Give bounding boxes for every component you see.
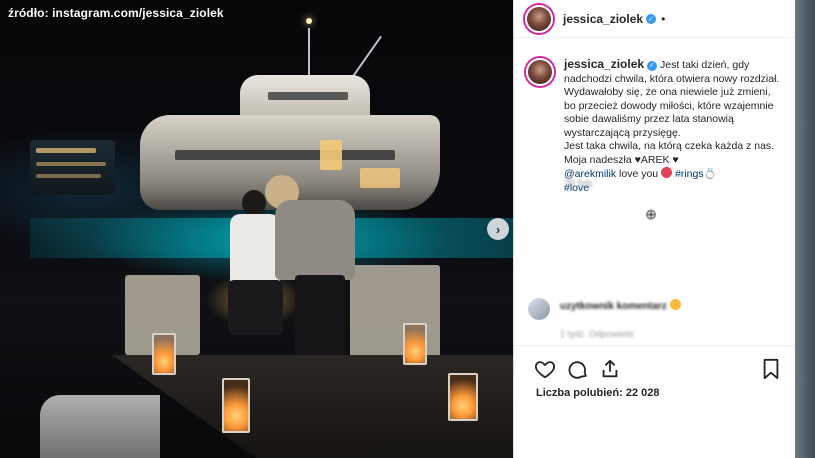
comment-body: uzytkownik komentarz 1 tydz. Odpowiedz bbox=[560, 296, 681, 339]
heart-emoji-icon: ♥ bbox=[672, 153, 679, 166]
background-edge bbox=[795, 0, 815, 458]
caption-text: jessica_ziolek ✓ Jest taki dzień, gdy nad… bbox=[564, 57, 784, 196]
hashtag-love-link[interactable]: #love bbox=[564, 182, 784, 196]
comment-meta[interactable]: 1 tydz. Odpowiedz bbox=[560, 329, 681, 339]
candle-lantern bbox=[152, 333, 176, 375]
share-icon[interactable] bbox=[599, 358, 621, 380]
distant-yacht bbox=[30, 140, 115, 195]
caption-block: jessica_ziolek ✓ Jest taki dzień, gdy nad… bbox=[526, 57, 784, 196]
caption-paragraph-3: @arekmilik love you #rings💍 bbox=[564, 167, 784, 182]
mast-light bbox=[306, 18, 312, 24]
heart-icon[interactable] bbox=[534, 358, 556, 380]
chevron-right-icon: › bbox=[495, 221, 501, 237]
emoji-icon bbox=[669, 299, 681, 310]
woman-standing bbox=[265, 175, 360, 355]
post-header: jessica_ziolek ✓ • bbox=[514, 0, 796, 38]
comments-area: jessica_ziolek ✓ Jest taki dzień, gdy nad… bbox=[514, 50, 796, 345]
next-photo-button[interactable]: › bbox=[487, 218, 509, 240]
candle-lantern bbox=[403, 323, 427, 365]
caption-name-tag: AREK bbox=[640, 153, 670, 166]
actions-bar bbox=[526, 358, 784, 384]
dock-railing bbox=[40, 395, 160, 458]
header-separator: • bbox=[661, 11, 666, 26]
yacht-window bbox=[320, 140, 342, 170]
likes-count[interactable]: Liczba polubień: 22 028 bbox=[536, 387, 659, 399]
post-photo[interactable]: źródło: instagram.com/jessica_ziolek › bbox=[0, 0, 520, 458]
comment-text: uzytkownik komentarz bbox=[560, 301, 667, 312]
hashtag-rings-link[interactable]: #rings bbox=[675, 168, 704, 180]
profile-avatar[interactable] bbox=[525, 4, 553, 33]
verified-icon: ✓ bbox=[647, 60, 658, 71]
caption-love-you: love you bbox=[619, 168, 659, 180]
yacht-window bbox=[268, 92, 348, 100]
load-more-icon[interactable]: ⊕ bbox=[642, 205, 660, 223]
candle-lantern bbox=[222, 378, 250, 433]
bookmark-icon[interactable] bbox=[760, 358, 782, 380]
comment-icon[interactable] bbox=[567, 358, 589, 380]
source-caption: źródło: instagram.com/jessica_ziolek bbox=[8, 6, 224, 20]
post-sidebar: jessica_ziolek ✓ • jessica_ziolek ✓ Jest … bbox=[513, 0, 796, 458]
caption-timestamp: 20 tyg. bbox=[564, 178, 595, 189]
caption-avatar[interactable] bbox=[526, 58, 554, 86]
ring-emoji-icon: 💍 bbox=[703, 168, 717, 180]
caption-username[interactable]: jessica_ziolek bbox=[564, 57, 644, 71]
verified-icon: ✓ bbox=[646, 13, 657, 24]
yacht-window bbox=[360, 168, 400, 188]
commenter-avatar[interactable] bbox=[526, 296, 552, 322]
yacht-window bbox=[36, 162, 106, 166]
header-username[interactable]: jessica_ziolek bbox=[563, 12, 643, 26]
comment-item: uzytkownik komentarz 1 tydz. Odpowiedz bbox=[526, 296, 681, 339]
yacht-window bbox=[175, 150, 395, 160]
caption-paragraph-2: Jest taka chwila, na którą czeka każda z… bbox=[564, 140, 784, 167]
candle-lantern bbox=[448, 373, 478, 421]
yacht-window bbox=[36, 148, 96, 153]
heart-eyes-emoji-icon bbox=[661, 167, 673, 178]
actions-section: Liczba polubień: 22 028 bbox=[514, 345, 796, 458]
yacht-window bbox=[36, 174, 101, 178]
